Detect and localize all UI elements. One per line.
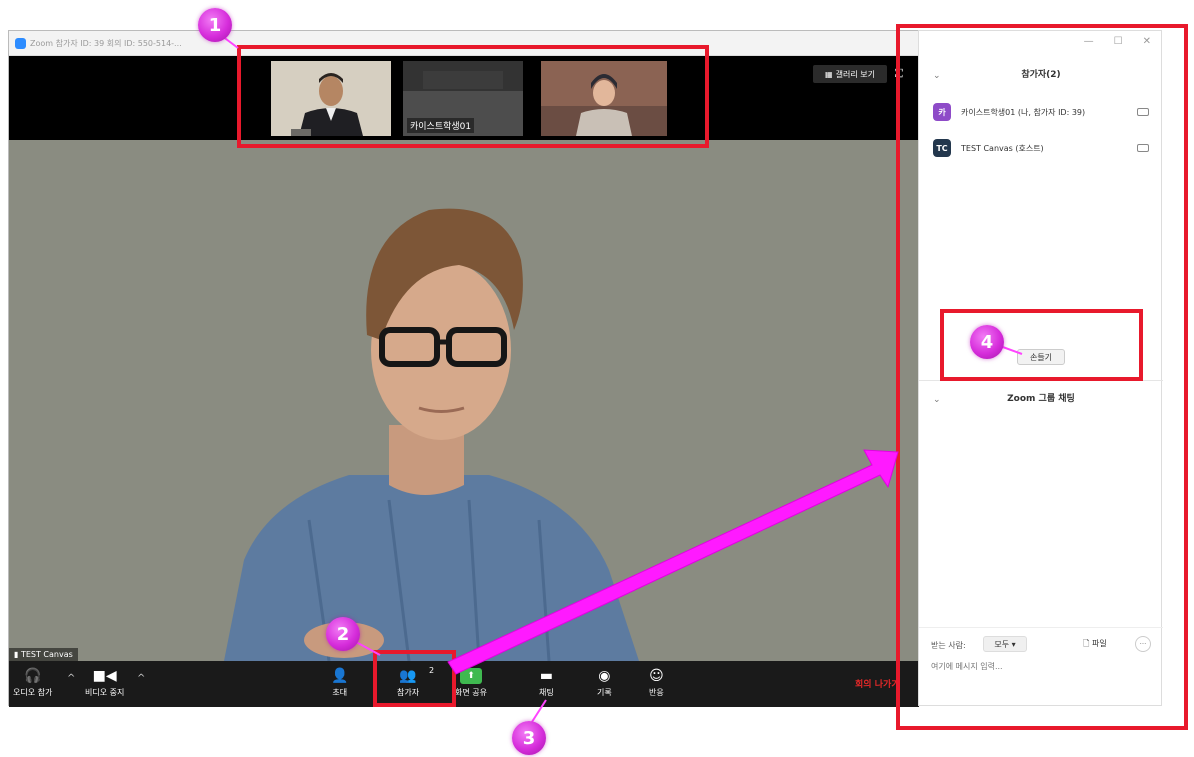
reactions-button[interactable]: ☺ 반응	[649, 665, 664, 698]
add-user-icon: 👤	[331, 668, 349, 684]
step-badge-1: 1	[198, 8, 232, 42]
meeting-toolbar: 🎧 오디오 참가 ^ ■◀ 비디오 중지 ^ 👤 초대 👥 참가자 2 ⬆ 화면…	[9, 661, 919, 707]
grid-icon: ▦	[825, 69, 833, 79]
stop-video-button[interactable]: ■◀ 비디오 중지	[85, 665, 124, 698]
record-label: 기록	[597, 688, 612, 697]
join-audio-label: 오디오 참가	[13, 688, 53, 697]
reactions-label: 반응	[649, 688, 664, 697]
signal-icon: ▮	[14, 650, 19, 659]
join-audio-button[interactable]: 🎧 오디오 참가	[13, 665, 52, 698]
speaker-name-tag: ▮ TEST Canvas	[9, 648, 78, 661]
speaker-name-label: TEST Canvas	[20, 650, 73, 659]
video-options-chevron-icon[interactable]: ^	[137, 673, 145, 684]
share-screen-label: 화면 공유	[455, 688, 487, 697]
window-title: Zoom 참가자 ID: 39 회의 ID: 550-514-...	[30, 38, 182, 48]
stop-video-label: 비디오 중지	[85, 688, 125, 697]
gallery-view-label: 갤러리 보기	[835, 69, 875, 79]
step-badge-3: 3	[512, 721, 546, 755]
gallery-view-button[interactable]: ▦ 갤러리 보기	[813, 65, 887, 83]
chat-bubble-icon: ▬	[539, 668, 553, 684]
speaker-video-image	[9, 140, 919, 661]
main-speaker-video: i	[9, 140, 919, 661]
invite-label: 초대	[332, 688, 348, 697]
headphones-icon: 🎧	[23, 668, 42, 684]
leave-meeting-button[interactable]: 회의 나가기	[855, 677, 900, 690]
share-screen-icon: ⬆	[459, 668, 482, 684]
step-badge-2: 2	[326, 617, 360, 651]
share-screen-button[interactable]: ⬆ 화면 공유	[455, 665, 487, 698]
chat-label: 채팅	[539, 688, 554, 697]
highlight-box-thumbnails	[237, 45, 709, 148]
highlight-box-participants	[373, 650, 456, 707]
record-button[interactable]: ◉ 기록	[597, 665, 612, 698]
highlight-box-side-panel	[896, 24, 1188, 730]
step-badge-4: 4	[970, 325, 1004, 359]
zoom-logo-icon	[15, 37, 26, 49]
screenshot: Zoom 참가자 ID: 39 회의 ID: 550-514-... 카이스트학…	[0, 0, 1194, 757]
audio-options-chevron-icon[interactable]: ^	[67, 673, 75, 684]
video-camera-icon: ■◀	[92, 668, 117, 684]
invite-button[interactable]: 👤 초대	[331, 665, 348, 698]
chat-button[interactable]: ▬ 채팅	[539, 665, 554, 698]
smiley-icon: ☺	[649, 668, 664, 684]
record-icon: ◉	[598, 668, 611, 684]
